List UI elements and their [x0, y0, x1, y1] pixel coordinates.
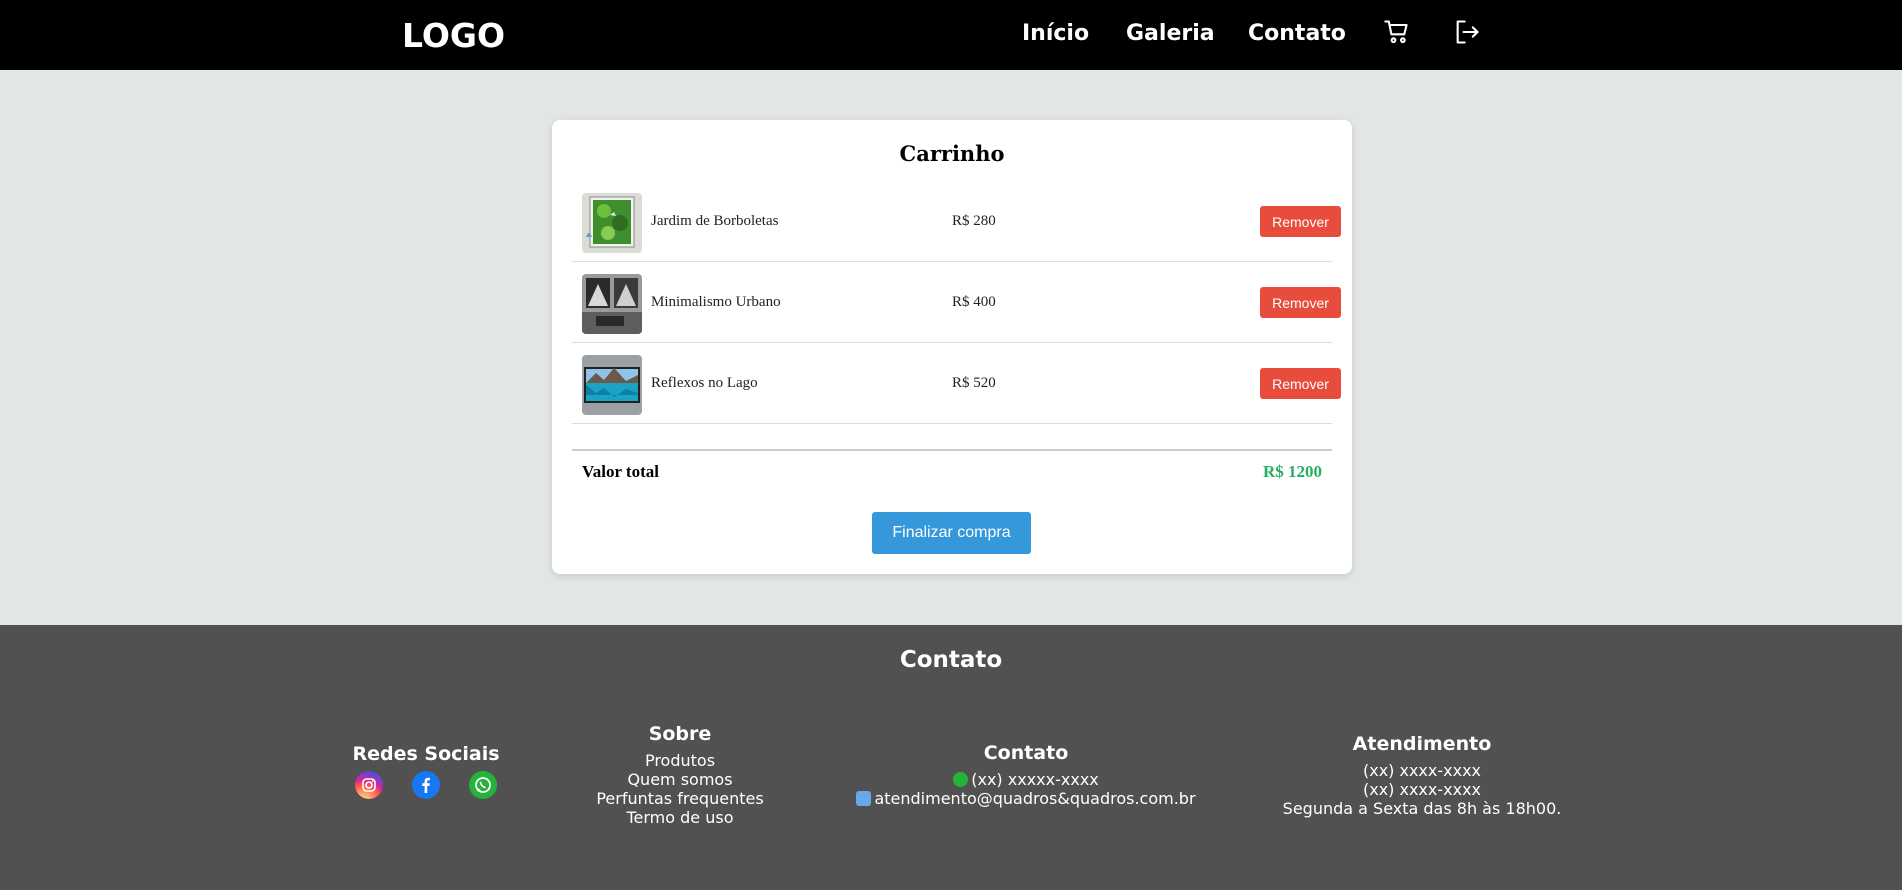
- footer-link-faq[interactable]: Perfuntas frequentes: [580, 789, 780, 808]
- footer-service: Atendimento (xx) xxxx-xxxx (xx) xxxx-xxx…: [1222, 733, 1622, 818]
- email-icon: [856, 791, 872, 806]
- contact-email[interactable]: atendimento@quadros&quadros.com.br: [874, 789, 1195, 808]
- footer-link-produtos[interactable]: Produtos: [580, 751, 780, 770]
- social-heading: Redes Sociais: [352, 743, 500, 765]
- logo[interactable]: LOGO: [402, 16, 505, 55]
- item-price: R$ 400: [952, 294, 996, 310]
- footer-contact: Contato (xx) xxxxx-xxxx atendimento@quad…: [826, 742, 1226, 808]
- footer-title: Contato: [899, 647, 1003, 673]
- footer: Contato Redes Sociais Sobre Produtos Que…: [0, 625, 1902, 890]
- total-label: Valor total: [582, 462, 659, 481]
- contact-phone: (xx) xxxxx-xxxx: [971, 770, 1099, 789]
- nav-galeria[interactable]: Galeria: [1126, 21, 1215, 46]
- cart-item-row: Minimalismo Urbano R$ 400 Remover: [572, 262, 1341, 343]
- top-navbar: LOGO Início Galeria Contato: [0, 0, 1902, 70]
- whatsapp-icon[interactable]: [469, 771, 498, 799]
- item-name: Reflexos no Lago: [651, 375, 758, 391]
- cart-card: Carrinho Jardim de Borboletas R$ 280 Rem…: [552, 120, 1352, 574]
- item-price: R$ 280: [952, 213, 996, 229]
- footer-link-termo-de-uso[interactable]: Termo de uso: [580, 808, 780, 827]
- logout-icon[interactable]: [1453, 18, 1481, 46]
- product-thumbnail-minimalismo: [582, 274, 642, 334]
- whatsapp-icon: [953, 772, 969, 787]
- product-thumbnail-jardim: [582, 193, 642, 253]
- total-divider: [572, 449, 1332, 451]
- contact-heading: Contato: [983, 742, 1069, 764]
- service-phone: (xx) xxxx-xxxx: [1362, 780, 1482, 799]
- item-name: Jardim de Borboletas: [651, 213, 779, 229]
- footer-social: Redes Sociais: [336, 743, 516, 803]
- item-price: R$ 520: [952, 375, 996, 391]
- checkout-button[interactable]: Finalizar compra: [872, 512, 1031, 554]
- service-heading: Atendimento: [1352, 733, 1492, 755]
- service-phone: (xx) xxxx-xxxx: [1362, 761, 1482, 780]
- nav-inicio[interactable]: Início: [1022, 21, 1089, 46]
- facebook-icon[interactable]: [412, 771, 440, 799]
- nav-contato[interactable]: Contato: [1248, 21, 1346, 46]
- total-value: R$ 1200: [1262, 462, 1322, 481]
- about-heading: Sobre: [648, 723, 712, 745]
- cart-icon[interactable]: [1383, 18, 1411, 46]
- service-hours: Segunda a Sexta das 8h às 18h00.: [1282, 799, 1562, 818]
- product-thumbnail-reflexos: [582, 355, 642, 415]
- footer-link-quem-somos[interactable]: Quem somos: [580, 770, 780, 789]
- cart-item-row: Jardim de Borboletas R$ 280 Remover: [572, 181, 1341, 262]
- footer-about: Sobre Produtos Quem somos Perfuntas freq…: [580, 723, 780, 827]
- remove-button[interactable]: Remover: [1260, 287, 1341, 318]
- remove-button[interactable]: Remover: [1260, 206, 1341, 237]
- item-name: Minimalismo Urbano: [651, 294, 781, 310]
- cart-item-row: Reflexos no Lago R$ 520 Remover: [572, 343, 1341, 424]
- remove-button[interactable]: Remover: [1260, 368, 1341, 399]
- cart-title: Carrinho: [899, 141, 1005, 166]
- instagram-icon[interactable]: [354, 771, 383, 799]
